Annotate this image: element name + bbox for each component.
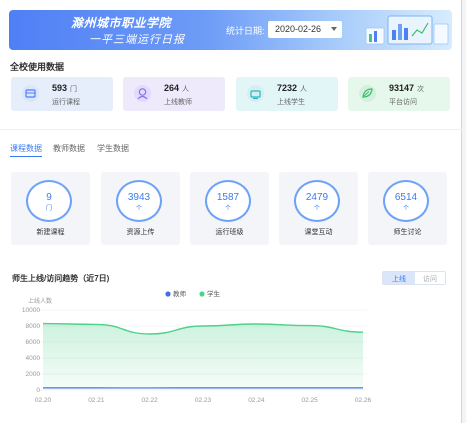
- y-tick-label: 6000: [26, 339, 41, 346]
- metric-card-resources: 3943 个 资源上传: [101, 172, 180, 245]
- legend-marker: [165, 291, 171, 297]
- date-value: 2020-02-26: [275, 24, 322, 34]
- date-select[interactable]: 2020-02-26: [268, 21, 342, 38]
- metric-value: 3943: [127, 192, 151, 203]
- metric-card-discussions: 6514 个 师生讨论: [368, 172, 447, 245]
- header-banner: 滁州城市职业学院 一平三端运行日报 统计日期: 2020-02-26: [9, 10, 452, 50]
- teacher-icon: [134, 85, 151, 102]
- metric-ring: 2479 个: [294, 180, 340, 222]
- stat-value: 93147: [389, 83, 415, 93]
- x-tick-label: 02.22: [142, 397, 159, 404]
- stat-unit: 人: [182, 86, 190, 93]
- legend-label: 学生: [207, 289, 221, 298]
- school-title: 滁州城市职业学院: [71, 16, 172, 30]
- metric-card-interactions: 2479 个 课堂互动: [279, 172, 358, 245]
- metric-ring: 6514 个: [383, 180, 429, 222]
- x-tick-label: 02.25: [302, 397, 319, 404]
- x-tick-label: 02.23: [195, 397, 212, 404]
- stat-card-students: 7232 人 上线学生: [236, 77, 338, 111]
- legend-label: 教师: [173, 289, 187, 298]
- stat-label: 运行课程: [52, 99, 80, 106]
- legend-marker: [199, 291, 205, 297]
- daily-report-panel: 滁州城市职业学院 一平三端运行日报 统计日期: 2020-02-26 全校使用数…: [0, 0, 462, 423]
- visit-icon: [359, 85, 376, 102]
- metric-label: 运行班级: [215, 229, 244, 236]
- metric-ring: 3943 个: [116, 180, 162, 222]
- metric-unit: 个: [224, 206, 231, 212]
- stat-label: 上线学生: [277, 99, 305, 106]
- stat-card-teachers: 264 人 上线教师: [123, 77, 225, 111]
- series-area-学生: [43, 323, 363, 390]
- toggle-visits-button[interactable]: 访问: [415, 272, 445, 284]
- stat-value: 7232: [277, 83, 298, 93]
- x-tick-label: 02.24: [248, 397, 265, 404]
- metric-value: 1587: [216, 192, 240, 203]
- x-tick-label: 02.26: [355, 397, 372, 404]
- tab-course-data[interactable]: 课程数据: [10, 143, 42, 157]
- y-tick-label: 2000: [26, 371, 41, 378]
- metric-ring: 9 门: [26, 180, 72, 222]
- metric-label: 新建课程: [36, 229, 65, 236]
- section-divider: [0, 129, 462, 130]
- metric-card-new-courses: 9 门 新建课程: [11, 172, 90, 245]
- stat-card-courses: 593 门 运行课程: [11, 77, 113, 111]
- stat-value: 593: [52, 83, 68, 93]
- date-label: 统计日期:: [226, 26, 265, 36]
- tab-teacher-data[interactable]: 教师数据: [53, 143, 85, 154]
- dashboard-illustration-icon: [365, 15, 449, 45]
- y-axis-title: 上线人数: [28, 297, 52, 305]
- trend-chart: 上线人数 10000 8000 6000 4000 2000 0 02.20 02.21 02.2…: [22, 289, 372, 404]
- trend-title: 师生上线/访问趋势（近7日): [12, 274, 110, 283]
- x-tick-label: 02.21: [88, 397, 105, 404]
- metric-label: 资源上传: [126, 229, 155, 236]
- student-icon: [247, 85, 264, 102]
- metric-value: 6514: [394, 192, 418, 203]
- metric-ring: 1587 个: [205, 180, 251, 222]
- tab-student-data[interactable]: 学生数据: [97, 143, 129, 154]
- metric-unit: 门: [45, 206, 52, 212]
- metric-label: 课堂互动: [304, 229, 333, 236]
- report-subtitle: 一平三端运行日报: [89, 34, 185, 46]
- y-tick-label: 8000: [26, 323, 41, 330]
- trend-toggle: 上线 访问: [382, 271, 446, 285]
- metric-unit: 个: [402, 206, 409, 212]
- stat-unit: 次: [417, 86, 425, 93]
- stat-label: 平台访问: [389, 99, 417, 106]
- metric-unit: 个: [313, 206, 320, 212]
- toggle-online-button[interactable]: 上线: [383, 272, 415, 284]
- metric-value: 2479: [305, 192, 329, 203]
- x-tick-label: 02.20: [35, 397, 52, 404]
- metric-label: 师生讨论: [393, 229, 422, 236]
- metric-value: 9: [46, 192, 52, 203]
- y-tick-label: 4000: [26, 355, 41, 362]
- course-icon: [22, 85, 39, 102]
- stat-label: 上线教师: [164, 99, 192, 106]
- stat-unit: 门: [70, 86, 78, 93]
- stat-value: 264: [164, 83, 180, 93]
- caret-down-icon: [331, 27, 337, 31]
- stat-unit: 人: [300, 86, 308, 93]
- section-title-school: 全校使用数据: [10, 62, 65, 72]
- metric-card-classes: 1587 个 运行班级: [190, 172, 269, 245]
- y-tick-label: 0: [36, 387, 40, 394]
- y-tick-label: 10000: [22, 307, 40, 314]
- stat-card-visits: 93147 次 平台访问: [348, 77, 450, 111]
- metric-unit: 个: [135, 206, 142, 212]
